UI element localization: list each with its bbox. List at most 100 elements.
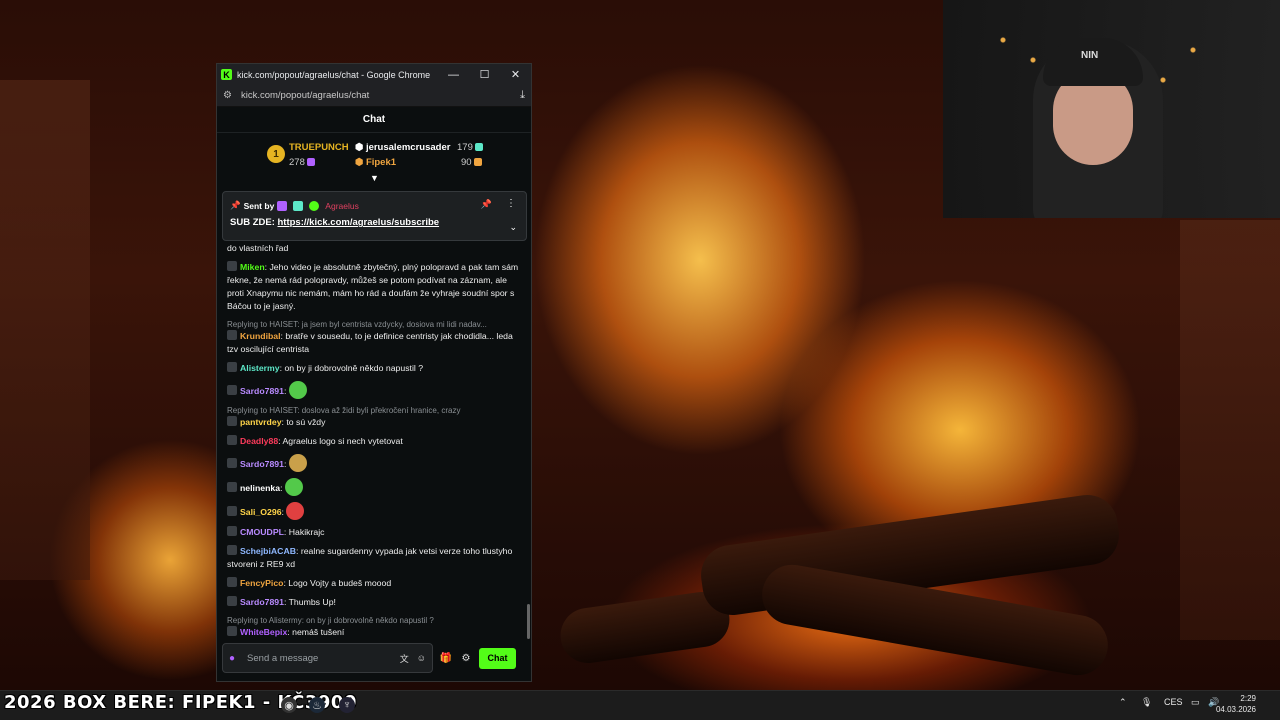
chat-username[interactable]: pantvrdey	[240, 417, 282, 427]
chat-username[interactable]: WhiteBepix	[240, 627, 287, 637]
pinned-prefix: SUB ZDE:	[230, 217, 278, 228]
user-badge-icon	[227, 261, 237, 271]
pinned-sender-name[interactable]: Agraelus	[325, 201, 359, 211]
message-line: nelinenka:	[227, 478, 523, 496]
chat-header: Chat	[217, 107, 531, 133]
chat-input-placeholder[interactable]: Send a message	[247, 653, 392, 664]
rank-medal-icon: 1	[267, 145, 285, 163]
message-line: WhiteBepix: nemáš tušení	[227, 626, 523, 639]
chat-message: nelinenka:	[227, 478, 523, 496]
maximize-button[interactable]: ☐	[469, 68, 500, 81]
gift-icon	[473, 158, 482, 166]
app-icon[interactable]: ♆	[339, 697, 355, 713]
chat-username[interactable]: Deadly88	[240, 436, 278, 446]
chat-message: Deadly88: Agraelus logo si nech vytetova…	[227, 435, 523, 448]
unpin-icon[interactable]: 📌	[481, 199, 492, 210]
user-badge-icon	[227, 330, 237, 340]
chat-username[interactable]: Sardo7891	[240, 386, 284, 396]
emote-icon[interactable]	[286, 502, 305, 520]
message-line: pantvrdey: to sú vždy	[227, 416, 523, 429]
chat-username[interactable]: CMOUDPL	[240, 527, 284, 537]
chat-username[interactable]: Sardo7891	[240, 597, 284, 607]
message-line: FencyPico: Logo Vojty a budeš moood	[227, 577, 523, 590]
chat-scrollbar[interactable]	[527, 604, 530, 639]
send-chat-button[interactable]: Chat	[479, 647, 516, 669]
count-value: 278	[289, 157, 305, 168]
microphone-tray-icon[interactable]: 🎙	[1141, 697, 1152, 708]
message-line: Sali_O296:	[227, 502, 523, 520]
system-clock[interactable]: 2:29 04.03.2026	[1216, 693, 1256, 715]
close-button[interactable]: ✕	[500, 68, 531, 81]
chat-input-row: ● Send a message 文 ☺ 🎁 ⚙ Chat	[222, 643, 528, 673]
emote-icon[interactable]	[288, 454, 307, 472]
chat-username[interactable]: Sali_O296	[240, 507, 282, 517]
chat-message: Miken: Jeho video je absolutně zbytečný,…	[227, 261, 523, 313]
minimize-button[interactable]: —	[438, 69, 469, 81]
chat-username[interactable]: Alistermy	[240, 363, 280, 373]
emote-icon[interactable]	[284, 478, 303, 496]
emoji-icon[interactable]: ☺	[417, 653, 426, 663]
download-icon[interactable]: ⤓	[520, 89, 525, 102]
expand-chevron-icon[interactable]: ⌄	[509, 222, 517, 233]
user-badge-icon	[227, 482, 237, 492]
clock-time: 2:29	[1240, 694, 1256, 703]
network-icon[interactable]: ▭	[1191, 697, 1200, 708]
chat-message: Sardo7891:	[227, 454, 523, 472]
leader-third-name[interactable]: ⬢ Fipek1	[355, 157, 396, 168]
separator: :	[283, 459, 289, 469]
message-text: do vlastních řad	[227, 243, 289, 253]
gift-icon[interactable]: 🎁	[439, 653, 453, 664]
chat-username[interactable]: SchejbiACAB	[240, 546, 296, 556]
message-text: Hakikrajc	[288, 527, 325, 537]
language-indicator[interactable]: CES	[1164, 697, 1183, 707]
user-badge-icon	[227, 626, 237, 636]
message-text: Jeho video je absolutně zbytečný, plný p…	[227, 262, 519, 311]
message-line: SchejbiACAB: realne sugardenny vypada ja…	[227, 545, 523, 571]
tray-chevron-icon[interactable]: ⌃	[1119, 697, 1127, 708]
pinned-sender-row: 📌 Sent by Agraelus	[230, 200, 359, 211]
more-options-icon[interactable]: ⋮	[506, 198, 516, 209]
settings-gear-icon[interactable]: ⚙	[459, 653, 473, 664]
site-settings-icon[interactable]: ⚙	[223, 90, 232, 101]
gift-icon	[306, 158, 315, 166]
url-text[interactable]: kick.com/popout/agraelus/chat	[241, 90, 520, 101]
leader-second-name[interactable]: ⬢ jerusalemcrusader	[355, 142, 450, 153]
user-badge-icon	[227, 435, 237, 445]
name-value: jerusalemcrusader	[365, 142, 451, 153]
chat-username[interactable]: Krundibal	[240, 331, 281, 341]
sent-by-label: Sent by	[243, 200, 275, 211]
chat-username[interactable]: nelinenka	[240, 483, 280, 493]
reply-context[interactable]: Replying to HAISET: ja jsem byl centrist…	[227, 319, 523, 330]
steam-icon[interactable]: ♨	[309, 697, 325, 713]
obs-icon[interactable]: ◉	[281, 697, 297, 713]
user-badge-icon	[227, 596, 237, 606]
user-badge-icon	[227, 362, 237, 372]
chrome-popup-window: K kick.com/popout/agraelus/chat - Google…	[216, 63, 532, 682]
microphone-icon[interactable]: ●	[229, 653, 235, 664]
chat-username[interactable]: Miken	[240, 262, 265, 272]
translate-icon[interactable]: 文	[400, 652, 409, 665]
pinned-message: 📌 Sent by Agraelus SUB ZDE: https://kick…	[222, 191, 527, 241]
user-badge-icon	[227, 458, 237, 468]
webcam-overlay: NIN	[943, 0, 1280, 218]
chat-message: Replying to HAISET: ja jsem byl centrist…	[227, 319, 523, 356]
address-bar[interactable]: ⚙ kick.com/popout/agraelus/chat ⤓	[217, 85, 531, 107]
message-line: Alistermy: on by ji dobrovolně někdo nap…	[227, 362, 523, 375]
message-line: do vlastních řad	[227, 242, 523, 255]
reply-context[interactable]: Replying to HAISET: doslova až židi byli…	[227, 405, 523, 416]
window-titlebar[interactable]: K kick.com/popout/agraelus/chat - Google…	[217, 64, 531, 85]
chat-username[interactable]: Sardo7891	[240, 459, 284, 469]
count-value: 90	[461, 157, 472, 168]
subscribe-link[interactable]: https://kick.com/agraelus/subscribe	[278, 217, 440, 228]
chat-input[interactable]: ● Send a message 文 ☺	[222, 643, 433, 673]
message-line: Sardo7891: Thumbs Up!	[227, 596, 523, 609]
chat-message: do vlastních řad	[227, 242, 523, 255]
chevron-down-icon[interactable]: ▼	[370, 173, 379, 183]
message-line: Krundibal: bratře v sousedu, to je defin…	[227, 330, 523, 356]
user-badge-icon	[227, 526, 237, 536]
reply-context[interactable]: Replying to Alistermy: on by ji dobrovol…	[227, 615, 523, 626]
chat-username[interactable]: FencyPico	[240, 578, 283, 588]
leader-first-name[interactable]: TRUEPUNCH	[289, 142, 349, 153]
window-title: kick.com/popout/agraelus/chat - Google C…	[237, 69, 431, 80]
emote-icon[interactable]	[288, 381, 307, 399]
